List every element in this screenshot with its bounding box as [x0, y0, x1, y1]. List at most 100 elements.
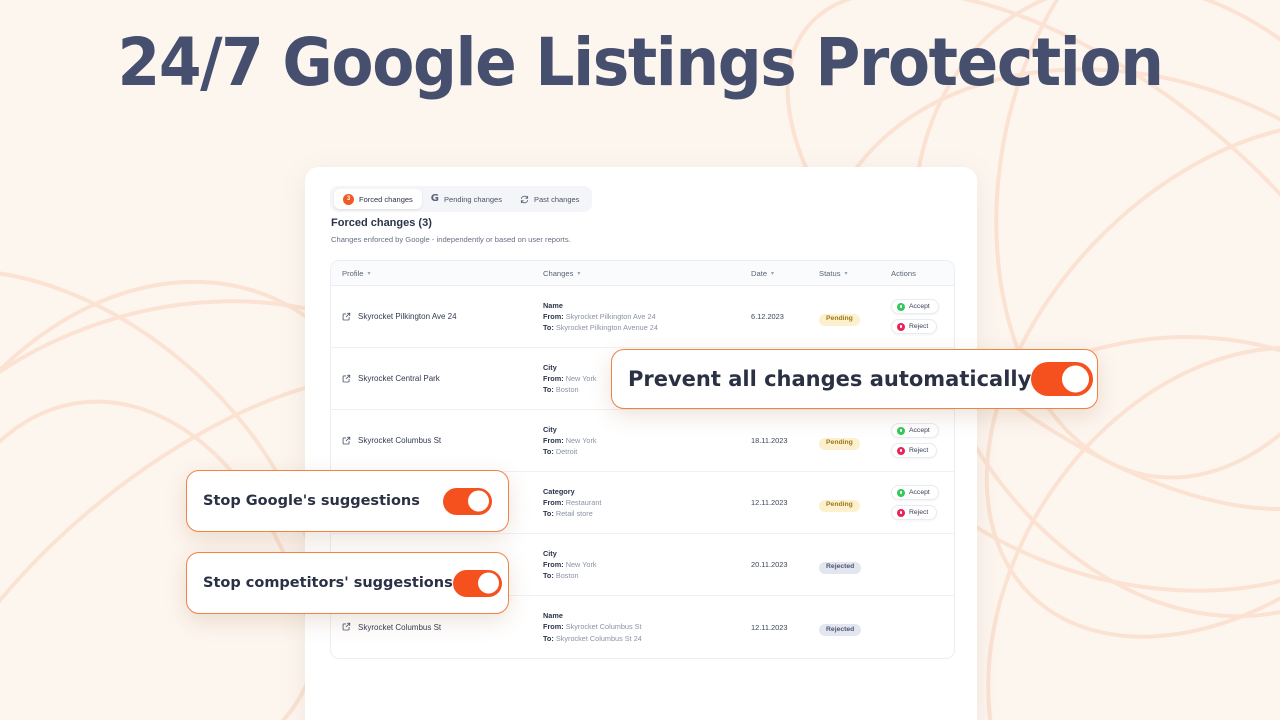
- row-profile-cell[interactable]: Skyrocket Columbus St: [331, 618, 543, 636]
- prevent-all-changes-toggle[interactable]: [1031, 362, 1094, 396]
- column-header-actions-label: Actions: [891, 268, 916, 278]
- toggle-knob: [468, 490, 489, 512]
- column-header-changes[interactable]: Changes ▾: [543, 269, 751, 278]
- history-icon: [520, 195, 529, 204]
- column-header-status[interactable]: Status ▾: [819, 269, 891, 278]
- row-changes-cell: Category From: Restaurant To: Retail store: [543, 486, 751, 520]
- column-header-profile-label: Profile: [342, 268, 364, 278]
- row-change-field: Name: [543, 611, 563, 621]
- row-status-cell: Rejected: [819, 618, 891, 637]
- toggle-knob: [477, 572, 499, 594]
- tab-forced-changes[interactable]: 3 Forced changes: [334, 189, 422, 209]
- row-change-from: From: New York: [543, 435, 751, 446]
- row-changes-cell: City From: New York To: Detroit: [543, 424, 751, 458]
- section-title: Forced changes (3): [331, 217, 432, 229]
- to-label: To:: [543, 571, 554, 581]
- row-date-cell: 6.12.2023: [751, 312, 784, 321]
- column-header-changes-label: Changes: [543, 268, 574, 278]
- accept-button[interactable]: Accept: [891, 423, 939, 438]
- accept-button[interactable]: Accept: [891, 485, 939, 500]
- to-label: To:: [543, 447, 554, 457]
- row-date-cell: 12.11.2023: [751, 498, 788, 507]
- to-label: To:: [543, 385, 554, 395]
- external-link-icon: [342, 618, 351, 636]
- row-change-to: To: Boston: [543, 570, 751, 581]
- reject-button[interactable]: Reject: [891, 319, 938, 334]
- to-label: To:: [543, 323, 554, 333]
- accept-button-label: Accept: [909, 489, 930, 496]
- row-change-field: City: [543, 548, 557, 558]
- app-window-panel: 3 Forced changes G Pending changes Past …: [305, 167, 977, 720]
- row-change-field: Name: [543, 300, 563, 310]
- row-change-from: From: Restaurant: [543, 497, 751, 508]
- to-label: To:: [543, 509, 554, 519]
- to-value: Retail store: [555, 509, 593, 519]
- row-status-cell: Pending: [819, 493, 891, 512]
- google-g-icon: G: [430, 193, 440, 204]
- from-label: From:: [543, 311, 564, 321]
- reject-button-label: Reject: [909, 323, 929, 330]
- row-profile-name: Skyrocket Central Park: [358, 374, 440, 383]
- row-date-cell: 20.11.2023: [751, 560, 788, 569]
- status-badge: Pending: [819, 499, 860, 512]
- from-value: Skyrocket Pilkington Ave 24: [565, 311, 656, 321]
- row-status-cell: Rejected: [819, 555, 891, 574]
- to-value: Skyrocket Columbus St 24: [555, 633, 642, 643]
- row-change-from: From: Skyrocket Columbus St: [543, 621, 751, 632]
- callout-stop-competitors-suggestions[interactable]: Stop competitors' suggestions: [186, 552, 509, 614]
- column-header-date-label: Date: [751, 268, 768, 278]
- from-label: From:: [543, 497, 564, 507]
- external-link-icon: [342, 432, 351, 450]
- stop-google-suggestions-toggle[interactable]: [443, 487, 492, 515]
- to-label: To:: [543, 633, 554, 643]
- row-change-to: To: Detroit: [543, 446, 751, 457]
- accept-button-label: Accept: [909, 303, 930, 310]
- callout-stop-google-suggestions[interactable]: Stop Google's suggestions: [186, 470, 509, 532]
- accept-check-icon: [897, 488, 905, 497]
- table-header-row: Profile ▾ Changes ▾ Date ▾ Status ▾ Acti…: [331, 261, 954, 286]
- external-link-icon: [342, 370, 351, 388]
- column-header-profile[interactable]: Profile ▾: [331, 269, 543, 278]
- tab-pending-changes[interactable]: G Pending changes: [422, 189, 511, 209]
- table-row: Skyrocket Pilkington Ave 24 Name From: Sky…: [331, 286, 954, 348]
- row-change-to: To: Skyrocket Columbus St 24: [543, 633, 751, 644]
- reject-cross-icon: [897, 446, 905, 455]
- row-profile-cell[interactable]: Skyrocket Central Park: [331, 370, 543, 388]
- row-change-field: City: [543, 424, 557, 434]
- row-profile-cell[interactable]: Skyrocket Pilkington Ave 24: [331, 308, 543, 326]
- row-changes-cell: Name From: Skyrocket Pilkington Ave 24 To:…: [543, 300, 751, 334]
- column-header-date[interactable]: Date ▾: [751, 269, 819, 278]
- row-change-to: To: Retail store: [543, 508, 751, 519]
- row-status-cell: Pending: [819, 307, 891, 326]
- from-label: From:: [543, 373, 564, 383]
- chevron-down-icon: ▾: [367, 270, 371, 277]
- tab-past-changes[interactable]: Past changes: [511, 189, 588, 209]
- tab-forced-changes-label: Forced changes: [359, 194, 413, 204]
- row-change-to: To: Skyrocket Pilkington Avenue 24: [543, 322, 751, 333]
- to-value: Detroit: [555, 447, 578, 457]
- accept-check-icon: [897, 426, 905, 435]
- accept-button[interactable]: Accept: [891, 299, 939, 314]
- reject-button-label: Reject: [909, 447, 929, 454]
- row-profile-cell[interactable]: Skyrocket Columbus St: [331, 432, 543, 450]
- reject-button[interactable]: Reject: [891, 443, 938, 458]
- accept-check-icon: [897, 302, 905, 311]
- reject-cross-icon: [897, 322, 905, 331]
- row-date-cell: 18.11.2023: [751, 436, 788, 445]
- to-value: Boston: [555, 571, 579, 581]
- status-badge: Pending: [819, 437, 860, 450]
- reject-cross-icon: [897, 508, 905, 517]
- reject-button[interactable]: Reject: [891, 505, 938, 520]
- row-actions-cell: Accept Reject: [891, 299, 951, 334]
- row-profile-name: Skyrocket Columbus St: [358, 436, 442, 445]
- status-badge: Pending: [819, 313, 860, 326]
- stop-competitors-suggestions-toggle[interactable]: [452, 569, 502, 597]
- from-label: From:: [543, 622, 564, 632]
- to-value: Boston: [555, 385, 579, 395]
- callout-prevent-all-changes[interactable]: Prevent all changes automatically: [611, 349, 1098, 409]
- accept-button-label: Accept: [909, 427, 930, 434]
- row-profile-name: Skyrocket Pilkington Ave 24: [358, 312, 457, 321]
- row-changes-cell: Name From: Skyrocket Columbus St To: Skyro…: [543, 610, 751, 644]
- forced-changes-count-icon: 3: [343, 193, 354, 205]
- chevron-down-icon: ▾: [577, 270, 581, 277]
